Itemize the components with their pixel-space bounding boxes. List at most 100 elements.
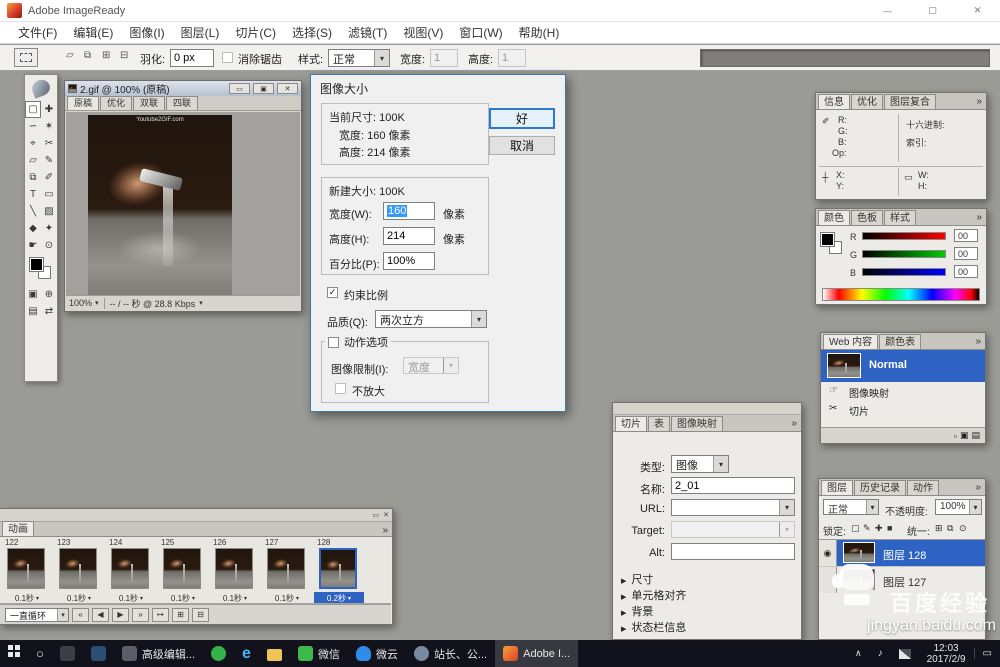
tool-shape[interactable]: ▭ [41,186,57,203]
tool-pencil[interactable]: ✎ [41,152,57,169]
doc-minimize-icon[interactable] [229,83,250,94]
zoom-dropdown-icon[interactable] [95,299,99,307]
play-button[interactable] [112,608,129,622]
tween-button[interactable] [152,608,169,622]
tab-color[interactable]: 颜色 [818,210,850,225]
tab-animation[interactable]: 动画 [2,521,34,536]
frame-127[interactable]: 1270.1秒 [262,537,312,604]
tool-gradient[interactable]: ▨ [41,203,57,220]
color-spectrum-ramp[interactable] [822,288,980,301]
delete-state-icon[interactable] [971,430,980,441]
preview-in-browser-icon[interactable]: ⊕ [41,286,57,303]
menu-file[interactable]: 文件(F) [10,24,65,41]
new-state-icon[interactable] [954,431,957,441]
document-titlebar[interactable]: 2.gif @ 100% (原稿) [65,81,301,96]
tab-info[interactable]: 信息 [818,94,850,109]
tab-imagemap[interactable]: 图像映射 [671,416,723,431]
menu-edit[interactable]: 编辑(E) [65,24,121,41]
taskbar-app-advanced-editor[interactable]: 高级编辑... [114,640,203,667]
green-value[interactable]: 00 [954,247,978,260]
blend-mode-dropdown[interactable]: 正常 [823,499,879,515]
lock-position-icon[interactable] [875,523,883,534]
slice-alt-input[interactable] [671,543,795,560]
tray-clock[interactable]: 12:03 2017/2/9 [919,643,974,665]
start-button[interactable] [0,640,28,667]
green-slider[interactable] [862,250,946,258]
section-cell-alignment[interactable]: 单元格对齐 [621,587,686,603]
tab-2up[interactable]: 双联 [133,96,165,110]
section-status-bar[interactable]: 状态栏信息 [621,619,686,635]
palette-menu-icon[interactable] [976,212,982,223]
style-dropdown[interactable]: 正常 [328,49,390,67]
ok-button[interactable]: 好 [489,108,555,129]
frame-125[interactable]: 1250.1秒 [158,537,208,604]
unify-position-icon[interactable] [935,523,943,534]
duration-dropdown-icon[interactable] [140,595,143,602]
menu-select[interactable]: 选择(S) [284,24,340,41]
maximize-icon[interactable] [910,0,955,22]
foreground-color-swatch[interactable] [30,258,43,271]
tab-original[interactable]: 原稿 [67,96,99,110]
new-rollover-icon[interactable] [960,430,969,441]
new-height-input[interactable] [383,227,435,245]
duration-dropdown-icon[interactable] [244,595,247,602]
frame-123[interactable]: 1230.1秒 [54,537,104,604]
taskbar-app-edge[interactable]: e [234,640,259,667]
tab-optimized[interactable]: 优化 [100,96,132,110]
tab-swatches[interactable]: 色板 [851,210,883,225]
tool-crop[interactable]: ⌖ [25,135,41,152]
lock-all-icon[interactable] [887,523,892,533]
blue-value[interactable]: 00 [954,265,978,278]
loop-dropdown[interactable]: 一直循环 [5,608,69,622]
tab-optimize[interactable]: 优化 [851,94,883,109]
duration-dropdown-icon[interactable] [348,595,351,602]
taskbar-app-explorer[interactable] [259,640,290,667]
duration-dropdown-icon[interactable] [296,595,299,602]
tool-lasso[interactable]: ∽ [25,118,41,135]
palette-menu-icon[interactable] [975,482,981,493]
menu-layer[interactable]: 图层(L) [173,24,228,41]
status-dropdown-icon[interactable] [199,299,203,307]
feather-input[interactable] [170,49,214,67]
selection-new-icon[interactable] [66,50,74,61]
taskbar-app-green-browser[interactable] [203,640,234,667]
tool-clone-stamp[interactable]: ⧉ [25,169,41,186]
quality-dropdown[interactable]: 两次立方 [375,310,487,328]
frame-124[interactable]: 1240.1秒 [106,537,156,604]
opacity-dropdown[interactable]: 100% [935,499,982,515]
red-slider[interactable] [862,232,946,240]
tab-layer-comps[interactable]: 图层复合 [884,94,936,109]
selection-subtract-icon[interactable] [102,50,110,61]
tool-line[interactable]: ╲ [25,203,41,220]
animation-titlebar[interactable] [0,509,392,522]
tool-slice[interactable]: ✂ [41,135,57,152]
tool-zoom[interactable]: ⊙ [41,237,57,254]
palette-menu-icon[interactable] [975,336,981,347]
menu-filter[interactable]: 滤镜(T) [340,24,395,41]
zoom-level[interactable]: 100% [66,298,95,308]
tool-eraser[interactable]: ▱ [25,152,41,169]
taskbar-app-weiyun[interactable]: 微云 [348,640,406,667]
screen-mode-icon[interactable]: ▣ [25,286,41,303]
doc-maximize-icon[interactable] [253,83,274,94]
duration-dropdown-icon[interactable] [36,595,39,602]
slice-name-input[interactable] [671,477,795,494]
constrain-checkbox[interactable] [327,287,338,298]
blue-slider[interactable] [862,268,946,276]
visibility-eye-icon[interactable] [824,548,832,559]
image-limit-dropdown[interactable]: 宽度 [403,357,459,374]
rollover-state-row[interactable]: Normal [821,350,985,382]
tool-hand[interactable]: ☛ [25,237,41,254]
tray-network[interactable] [891,649,919,659]
tool-paintbrush[interactable]: ✐ [41,169,57,186]
percent-input[interactable] [383,252,435,270]
selection-intersect-icon[interactable] [120,50,128,61]
slice-type-dropdown[interactable]: 图像 [671,455,729,473]
imagemap-row[interactable]: 图像映射 [821,382,985,400]
cancel-button[interactable]: 取消 [489,136,555,155]
selection-add-icon[interactable] [84,50,91,61]
palette-minimize-icon[interactable] [373,511,380,519]
tray-show-hidden-icons[interactable] [847,648,870,659]
tab-web-content[interactable]: Web 内容 [823,334,878,349]
frame-128[interactable]: 1280.2秒 [314,537,364,604]
